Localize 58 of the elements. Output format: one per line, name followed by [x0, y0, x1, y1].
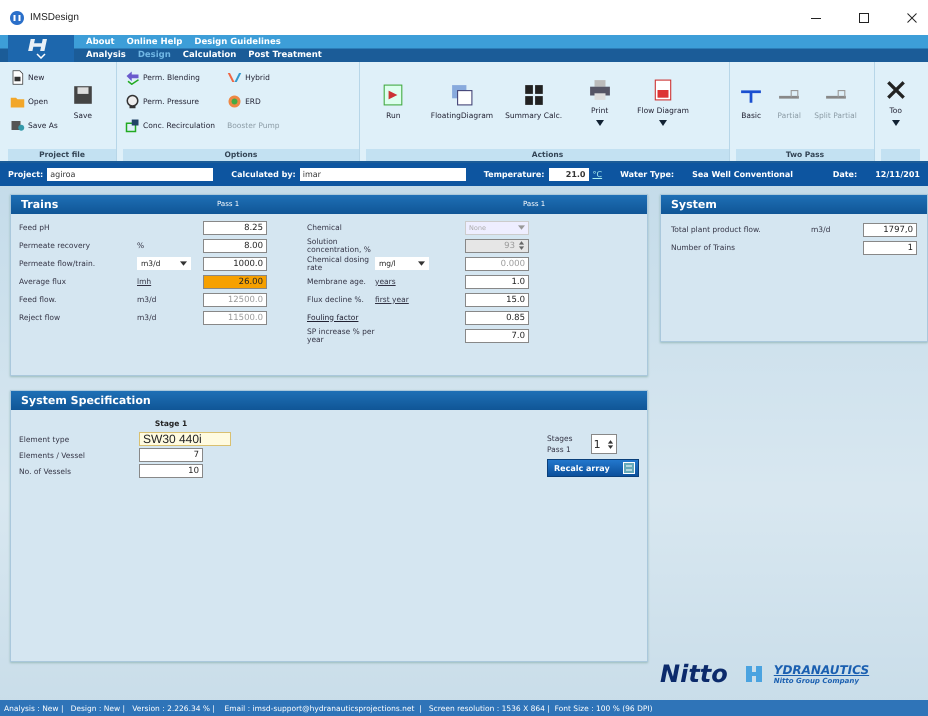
value-field[interactable]: 1 — [863, 240, 917, 254]
menu-tab[interactable]: Post Treatment — [248, 50, 322, 60]
stages-spinner[interactable]: 1 — [590, 434, 617, 454]
menu-tab[interactable]: Calculation — [182, 50, 236, 60]
date-label: Date: — [832, 170, 858, 179]
value-field[interactable]: 7 — [139, 448, 203, 462]
value-field[interactable]: 26.00 — [203, 274, 267, 288]
dropdown-arrow-icon — [518, 225, 525, 230]
hydranautics-logo: YDRANAUTICS — [774, 663, 870, 677]
temperature-label: Temperature: — [484, 170, 544, 179]
spinner-arrows-icon — [606, 438, 614, 450]
dropdown-arrow-icon — [180, 261, 187, 266]
menu-tab[interactable]: Analysis — [86, 50, 126, 60]
calculated-by-field[interactable]: imar — [300, 168, 466, 181]
dropdown-arrow-icon — [418, 261, 425, 266]
document-icon — [10, 70, 25, 84]
temperature-field[interactable]: 21.0 — [548, 168, 588, 181]
ring-icon — [227, 94, 242, 108]
panel-title: System Specification — [21, 394, 151, 407]
window-title: IMSDesign — [30, 12, 79, 23]
gauge-icon — [125, 94, 140, 108]
arrows-icon — [125, 70, 140, 84]
nitto-logo: Nitto — [660, 660, 728, 688]
panel-title: Trains — [21, 198, 58, 211]
dropdown-arrow-icon[interactable] — [659, 120, 668, 126]
dropdown-arrow-icon[interactable] — [596, 120, 604, 126]
close-icon[interactable] — [906, 12, 918, 24]
value-field[interactable]: 8.25 — [203, 220, 267, 234]
value-field[interactable]: 1.0 — [465, 274, 529, 288]
project-label: Project: — [8, 170, 44, 179]
water-type-value: Sea Well Conventional — [692, 170, 793, 179]
play-icon — [382, 84, 404, 106]
water-type-label: Water Type: — [620, 170, 674, 179]
diagram-icon — [450, 84, 473, 106]
panel-title: System — [671, 198, 717, 211]
ribbon-group-label-bar — [880, 149, 920, 161]
value-field[interactable]: SW30 440i — [139, 432, 231, 446]
value-field[interactable]: 15.0 — [465, 292, 529, 306]
chevron-down-icon[interactable] — [36, 52, 46, 58]
app-logo-icon — [10, 10, 24, 24]
value-field[interactable]: 1797,0 — [863, 222, 917, 236]
recalc-array-button[interactable]: Recalc array — [547, 459, 639, 477]
printer-icon — [588, 78, 611, 100]
date-value: 12/11/201 — [875, 170, 920, 179]
maximize-icon[interactable] — [858, 12, 870, 24]
value-field[interactable]: 10 — [139, 464, 203, 478]
project-field[interactable]: agiroa — [47, 168, 214, 181]
menu-logo[interactable] — [8, 35, 74, 62]
value-field[interactable]: 7.0 — [465, 328, 529, 342]
calculated-by-label: Calculated by: — [231, 170, 296, 179]
value-field[interactable]: 8.00 — [203, 238, 267, 252]
spinner-arrows-icon — [518, 240, 525, 251]
dropdown-arrow-icon[interactable] — [892, 120, 900, 126]
loop-icon — [125, 118, 140, 132]
value-field[interactable]: 1000.0 — [203, 256, 267, 270]
temperature-unit-link[interactable]: °C — [592, 170, 602, 179]
value-field[interactable]: 0.85 — [465, 310, 529, 324]
chart-document-icon — [652, 78, 674, 100]
